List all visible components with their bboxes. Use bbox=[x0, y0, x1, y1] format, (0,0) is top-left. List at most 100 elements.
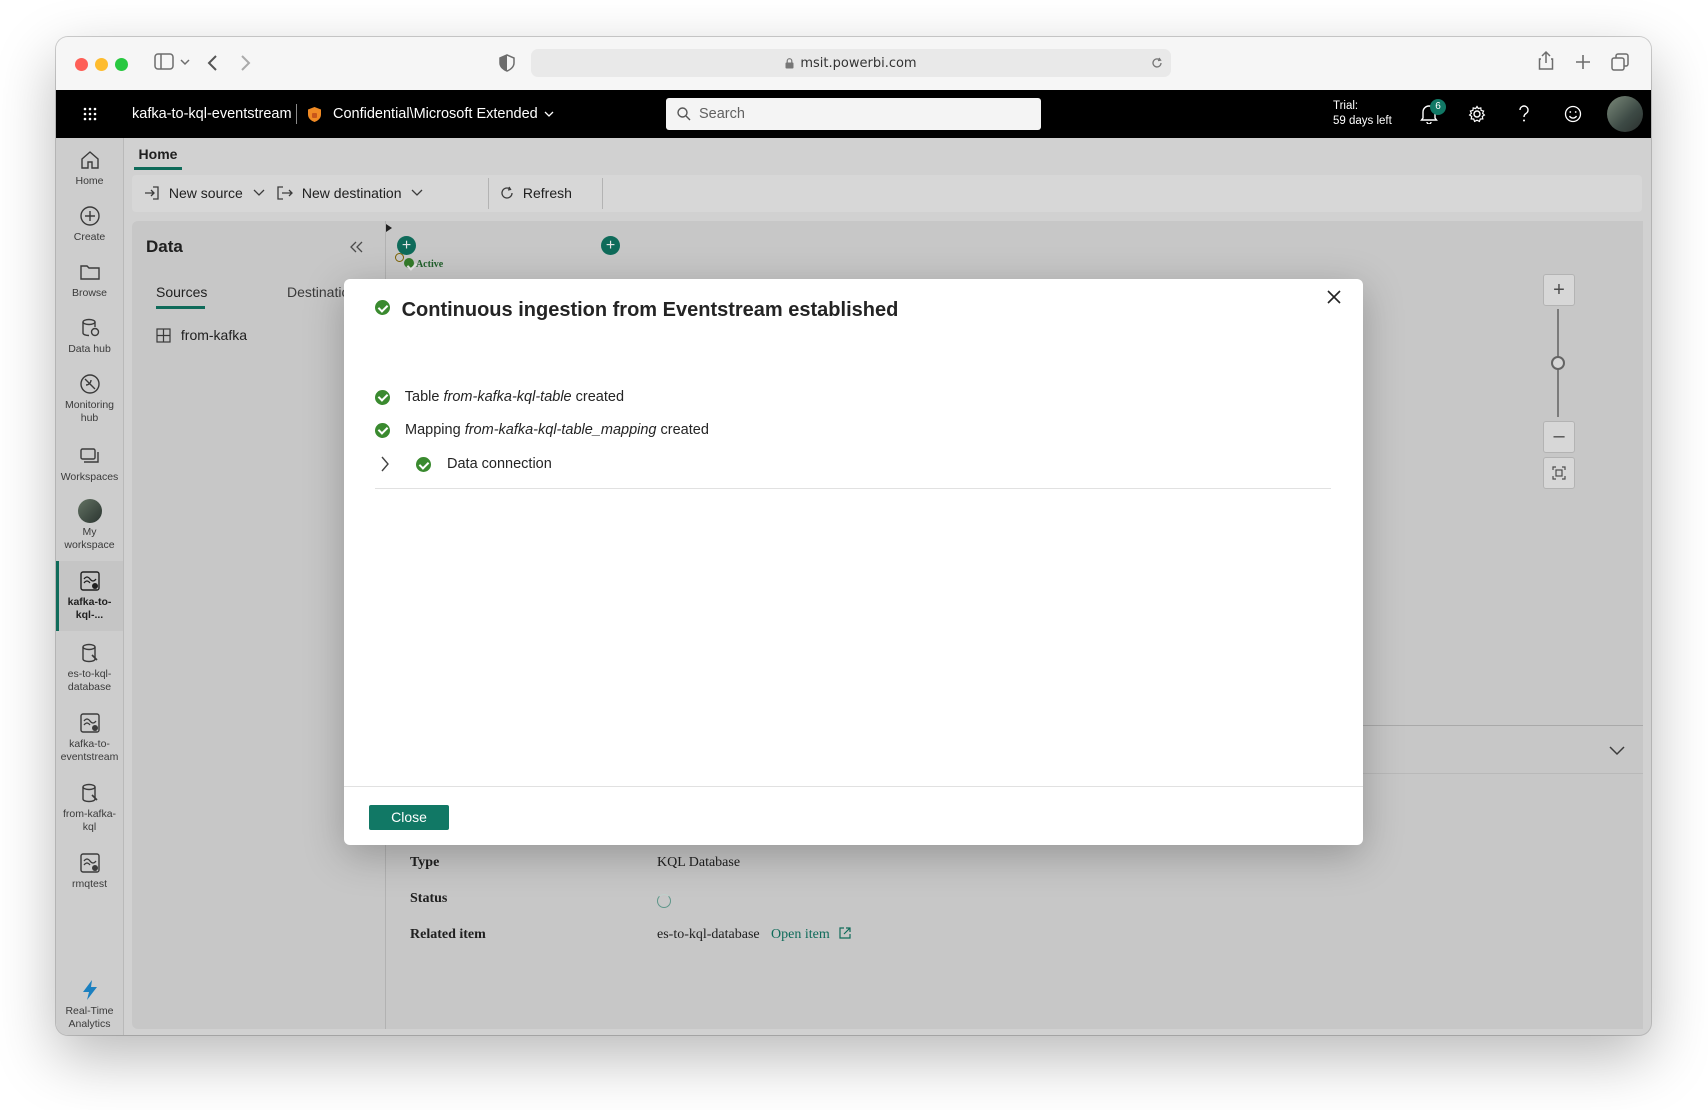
data-connection-row[interactable]: Data connection bbox=[375, 454, 1331, 489]
close-button[interactable]: Close bbox=[369, 805, 449, 830]
check-icon bbox=[404, 258, 414, 268]
tab-underline bbox=[134, 167, 182, 170]
browser-window: msit.powerbi.com kafka-to-kql-eventstrea… bbox=[56, 37, 1651, 1035]
nav-label: Analytics bbox=[68, 1018, 111, 1030]
share-icon[interactable] bbox=[1538, 50, 1554, 70]
close-icon[interactable] bbox=[1327, 290, 1341, 304]
search-placeholder: Search bbox=[699, 106, 745, 122]
search-input[interactable]: Search bbox=[666, 98, 1041, 130]
new-source-button[interactable]: New source bbox=[144, 175, 265, 212]
maximize-window-button[interactable] bbox=[115, 58, 128, 71]
back-icon[interactable] bbox=[206, 54, 218, 72]
tab-home[interactable]: Home bbox=[132, 138, 184, 170]
tab-overview-icon[interactable] bbox=[1611, 53, 1629, 71]
reload-icon[interactable] bbox=[1151, 57, 1163, 69]
zoom-slider-thumb[interactable] bbox=[1551, 356, 1565, 370]
trial-days: 59 days left bbox=[1333, 115, 1392, 127]
ribbon-toolbar: New source New destination Refresh bbox=[132, 175, 1642, 212]
expand-arrow-icon[interactable] bbox=[384, 223, 394, 233]
chevron-down-icon[interactable] bbox=[544, 111, 554, 118]
check-circle-icon bbox=[375, 300, 390, 315]
nav-kafka-to-kql-eventstream[interactable]: kafka-to- kql-... bbox=[56, 561, 123, 631]
zoom-in-button[interactable]: + bbox=[1543, 274, 1575, 306]
collapse-panel-icon[interactable] bbox=[350, 241, 364, 253]
nav-label: kql bbox=[82, 821, 97, 833]
avatar[interactable] bbox=[1607, 96, 1643, 132]
fit-screen-icon bbox=[1552, 466, 1566, 480]
nav-label: Monitoring bbox=[64, 399, 115, 411]
nav-kafka-to-eventstream[interactable]: kafka-to- eventstream bbox=[56, 711, 123, 764]
row-suffix: created bbox=[575, 389, 625, 405]
shield-icon[interactable] bbox=[499, 54, 515, 72]
fit-to-screen-button[interactable] bbox=[1543, 457, 1575, 489]
eventstream-icon bbox=[79, 713, 100, 733]
close-window-button[interactable] bbox=[75, 58, 88, 71]
nav-rmqtest[interactable]: rmqtest bbox=[56, 851, 123, 891]
active-status: Active bbox=[404, 258, 443, 270]
help-icon[interactable] bbox=[1518, 105, 1530, 123]
chevron-down-icon[interactable] bbox=[1609, 746, 1625, 756]
add-destination-node-button[interactable]: + bbox=[601, 236, 620, 255]
data-panel-title: Data bbox=[146, 237, 183, 256]
nav-home[interactable]: Home bbox=[56, 148, 123, 188]
item-name[interactable]: kafka-to-kql-eventstream bbox=[132, 90, 292, 138]
notification-badge: 6 bbox=[1430, 99, 1446, 115]
row-prefix: Table bbox=[404, 389, 440, 405]
tab-sources[interactable]: Sources bbox=[156, 284, 207, 309]
nav-create[interactable]: Create bbox=[56, 204, 123, 244]
active-indicator bbox=[56, 561, 59, 631]
forward-icon[interactable] bbox=[240, 54, 252, 72]
row-name: from-kafka-kql-table bbox=[443, 389, 572, 405]
new-tab-icon[interactable] bbox=[1575, 54, 1591, 70]
new-destination-button[interactable]: New destination bbox=[277, 175, 423, 212]
source-item-from-kafka[interactable]: from-kafka bbox=[156, 327, 247, 343]
nav-my-workspace[interactable]: My workspace bbox=[56, 499, 123, 552]
monitoring-icon bbox=[79, 374, 100, 394]
nav-real-time-analytics[interactable]: Real-Time Analytics bbox=[56, 978, 123, 1031]
chevron-down-icon[interactable] bbox=[180, 59, 190, 66]
divider bbox=[296, 104, 297, 124]
search-icon bbox=[677, 107, 691, 121]
dialog-title: Continuous ingestion from Eventstream es… bbox=[401, 299, 899, 321]
row-prefix: Mapping bbox=[405, 422, 461, 438]
related-item-value: es-to-kql-database bbox=[657, 927, 760, 942]
sidebar-toggle-icon[interactable] bbox=[154, 53, 174, 71]
lightning-icon bbox=[82, 980, 97, 1000]
zoom-out-button[interactable]: – bbox=[1543, 421, 1575, 453]
row-label: Data connection bbox=[447, 456, 552, 472]
minimize-window-button[interactable] bbox=[95, 58, 108, 71]
eventstream-icon bbox=[79, 853, 100, 873]
nav-data-hub[interactable]: Data hub bbox=[56, 316, 123, 356]
nav-monitoring-hub[interactable]: Monitoring hub bbox=[56, 372, 123, 425]
trial-status[interactable]: Trial: 59 days left bbox=[1333, 99, 1392, 129]
app-launcher-icon[interactable] bbox=[83, 107, 97, 121]
refresh-button[interactable]: Refresh bbox=[500, 175, 572, 212]
sensitivity-label[interactable]: Confidential\Microsoft Extended bbox=[333, 90, 538, 138]
nav-workspaces[interactable]: Workspaces bbox=[56, 444, 123, 484]
chevron-right-icon[interactable] bbox=[380, 456, 390, 472]
eventstream-icon bbox=[79, 571, 100, 591]
kql-database-icon bbox=[81, 783, 98, 803]
node-port-icon bbox=[395, 253, 404, 262]
nav-es-to-kql-database[interactable]: es-to-kql- database bbox=[56, 641, 123, 694]
home-icon bbox=[80, 151, 99, 169]
gear-icon[interactable] bbox=[1468, 105, 1486, 123]
active-label: Active bbox=[415, 259, 444, 270]
nav-browse[interactable]: Browse bbox=[56, 260, 123, 300]
sign-out-icon bbox=[277, 186, 293, 200]
workspaces-icon bbox=[79, 448, 99, 463]
open-item-link[interactable]: Open item bbox=[771, 927, 851, 943]
status-label: Status bbox=[410, 891, 448, 906]
nav-label: Create bbox=[73, 231, 106, 243]
refresh-icon bbox=[501, 186, 513, 199]
plus-circle-icon bbox=[79, 206, 100, 226]
url-text: msit.powerbi.com bbox=[800, 55, 917, 71]
nav-from-kafka-kql[interactable]: from-kafka- kql bbox=[56, 781, 123, 834]
tab-underline bbox=[156, 306, 205, 309]
external-link-icon bbox=[839, 927, 851, 939]
feedback-smiley-icon[interactable] bbox=[1564, 105, 1582, 123]
status-row-table: Table from-kafka-kql-table created bbox=[375, 389, 624, 405]
button-label: New destination bbox=[301, 185, 402, 201]
address-bar[interactable]: msit.powerbi.com bbox=[531, 49, 1171, 77]
check-circle-icon bbox=[416, 457, 431, 472]
